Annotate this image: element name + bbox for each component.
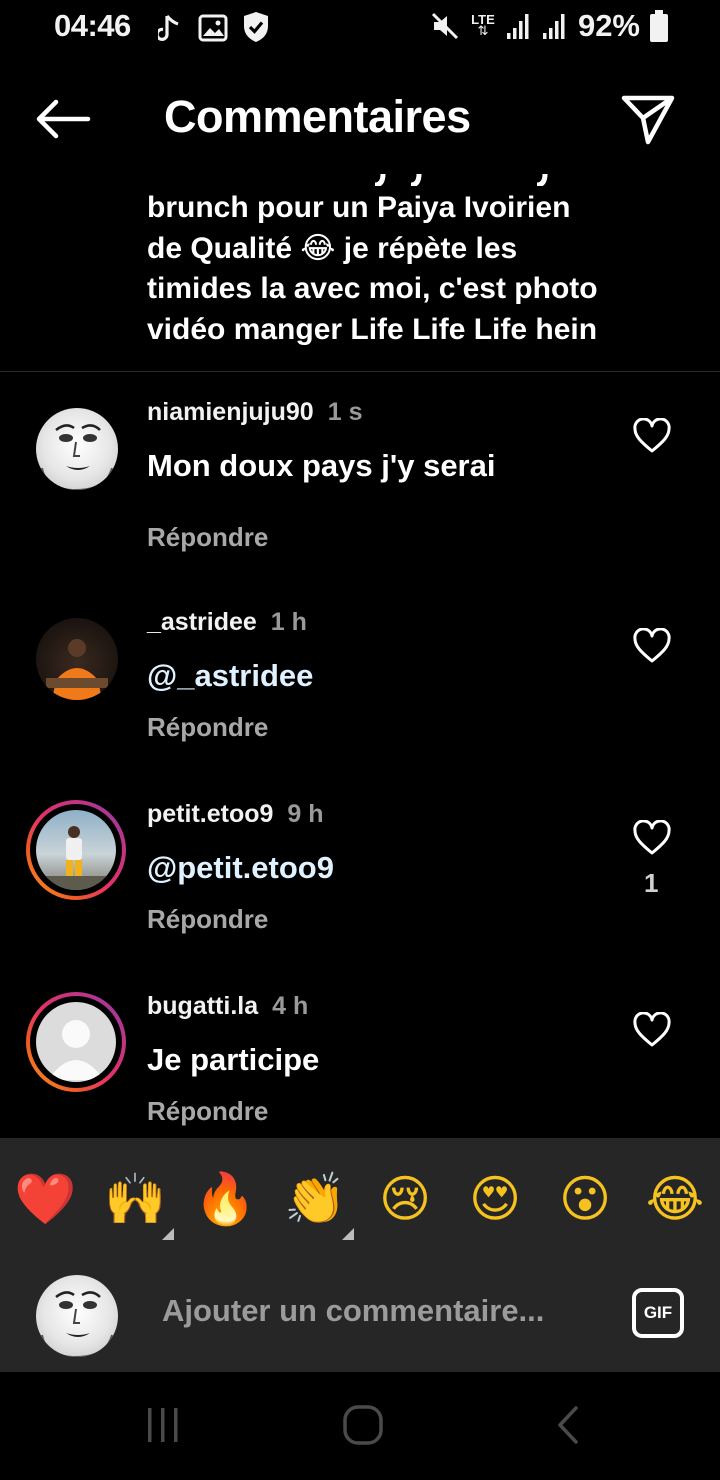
caption-line: brunch pour un Paiya Ivoirien xyxy=(147,191,571,224)
comment-mention[interactable]: @_astridee xyxy=(147,658,313,694)
username-text[interactable]: _astridee xyxy=(147,608,257,636)
emoji-fire[interactable]: 🔥 xyxy=(194,1168,256,1230)
skin-tone-indicator xyxy=(162,1228,174,1240)
status-time: 04:46 xyxy=(54,8,131,43)
caption-line: de Qualité 😂 je répète les xyxy=(147,231,518,265)
page-title: Commentaires xyxy=(164,91,471,142)
status-right-group: LTE ⇅ 92% xyxy=(430,8,668,44)
scroll-clip xyxy=(147,152,687,188)
comment-input[interactable]: Ajouter un commentaire... xyxy=(162,1293,544,1329)
comment-composer-panel: ❤️ 🙌 🔥 👏 😢 😍 😮 😂 Ajouter un commentaire.… xyxy=(0,1138,720,1372)
emoji-heart-eyes[interactable]: 😍 xyxy=(464,1168,526,1230)
emoji-raised-hands[interactable]: 🙌 xyxy=(104,1168,166,1230)
comment-time: 4 h xyxy=(272,992,309,1020)
comment-time: 1 h xyxy=(270,608,307,636)
comment-time: 1 s xyxy=(327,398,363,426)
skin-tone-indicator xyxy=(342,1228,354,1240)
avatar-sketch xyxy=(41,424,113,490)
story-ring[interactable] xyxy=(26,992,126,1092)
emoji-quick-bar: ❤️ 🙌 🔥 👏 😢 😍 😮 😂 xyxy=(0,1168,720,1240)
emoji-heart[interactable]: ❤️ xyxy=(14,1168,76,1230)
avatar[interactable] xyxy=(36,408,118,490)
lte-icon: LTE ⇅ xyxy=(471,12,495,39)
heart-icon[interactable] xyxy=(632,418,672,454)
comment-item: petit.etoo9 9 h @petit.etoo9 Répondre 1 xyxy=(0,782,720,952)
back-arrow-icon[interactable] xyxy=(30,94,94,144)
username-text[interactable]: niamienjuju90 xyxy=(147,398,314,426)
story-ring[interactable] xyxy=(26,800,126,900)
comment-username[interactable]: niamienjuju90 1 s xyxy=(147,398,362,427)
avatar[interactable] xyxy=(36,618,118,700)
caption-text: brunch pour un Paiya Ivoirien de Qualité… xyxy=(147,188,687,350)
reply-button[interactable]: Répondre xyxy=(147,712,268,743)
reply-button[interactable]: Répondre xyxy=(147,522,268,553)
avatar[interactable] xyxy=(36,810,116,890)
comment-item: niamienjuju90 1 s Mon doux pays j'y serai… xyxy=(0,380,720,553)
avatar[interactable] xyxy=(36,1002,116,1082)
caption-line: timides la avec moi, c'est photo xyxy=(147,272,598,305)
battery-icon xyxy=(650,10,668,42)
heart-icon[interactable] xyxy=(632,820,672,856)
comment-username[interactable]: bugatti.la 4 h xyxy=(147,992,308,1021)
gif-button[interactable]: GIF xyxy=(632,1288,684,1338)
post-caption: brunch pour un Paiya Ivoirien de Qualité… xyxy=(147,152,687,362)
header: Commentaires xyxy=(0,74,720,164)
signal-icon xyxy=(542,14,565,39)
default-avatar-icon xyxy=(48,1020,104,1080)
recent-apps-icon[interactable] xyxy=(140,1402,186,1448)
signal-icon xyxy=(506,14,529,39)
username-text[interactable]: bugatti.la xyxy=(147,992,258,1020)
reply-button[interactable]: Répondre xyxy=(147,1096,268,1127)
comment-username[interactable]: _astridee 1 h xyxy=(147,608,307,637)
comment-mention[interactable]: @petit.etoo9 xyxy=(147,850,334,886)
send-icon[interactable] xyxy=(618,92,678,146)
avatar-photo xyxy=(46,639,108,700)
image-icon xyxy=(198,14,228,42)
avatar-photo xyxy=(36,826,116,890)
emoji-surprised[interactable]: 😮 xyxy=(554,1168,616,1230)
comment-text: Mon doux pays j'y serai xyxy=(147,448,496,483)
heart-icon[interactable] xyxy=(632,1012,672,1048)
comment-item: bugatti.la 4 h Je participe Répondre xyxy=(0,974,720,1144)
username-text[interactable]: petit.etoo9 xyxy=(147,800,273,828)
shield-icon xyxy=(244,12,268,42)
music-note-icon xyxy=(158,14,179,41)
mute-icon xyxy=(431,12,459,40)
avatar-sketch xyxy=(41,1291,113,1357)
divider xyxy=(0,371,720,372)
clipped-descenders xyxy=(374,173,548,188)
emoji-tears-of-joy[interactable]: 😂 xyxy=(644,1168,706,1230)
comment-username[interactable]: petit.etoo9 9 h xyxy=(147,800,324,829)
battery-percentage: 92% xyxy=(577,8,640,43)
comment-item: _astridee 1 h @_astridee Répondre xyxy=(0,590,720,760)
caption-line: vidéo manger Life Life Life hein xyxy=(147,312,598,346)
status-bar: 04:46 LTE ⇅ 92% xyxy=(0,0,720,56)
emoji-clapping[interactable]: 👏 xyxy=(284,1168,346,1230)
comment-time: 9 h xyxy=(287,800,324,828)
like-count: 1 xyxy=(644,868,659,898)
emoji-crying[interactable]: 😢 xyxy=(374,1168,436,1230)
reply-button[interactable]: Répondre xyxy=(147,904,268,935)
heart-icon[interactable] xyxy=(632,628,672,664)
back-icon[interactable] xyxy=(546,1402,592,1448)
current-user-avatar xyxy=(36,1275,118,1357)
comment-text: Je participe xyxy=(147,1042,320,1077)
system-nav-bar xyxy=(0,1372,720,1480)
home-icon[interactable] xyxy=(340,1402,386,1448)
